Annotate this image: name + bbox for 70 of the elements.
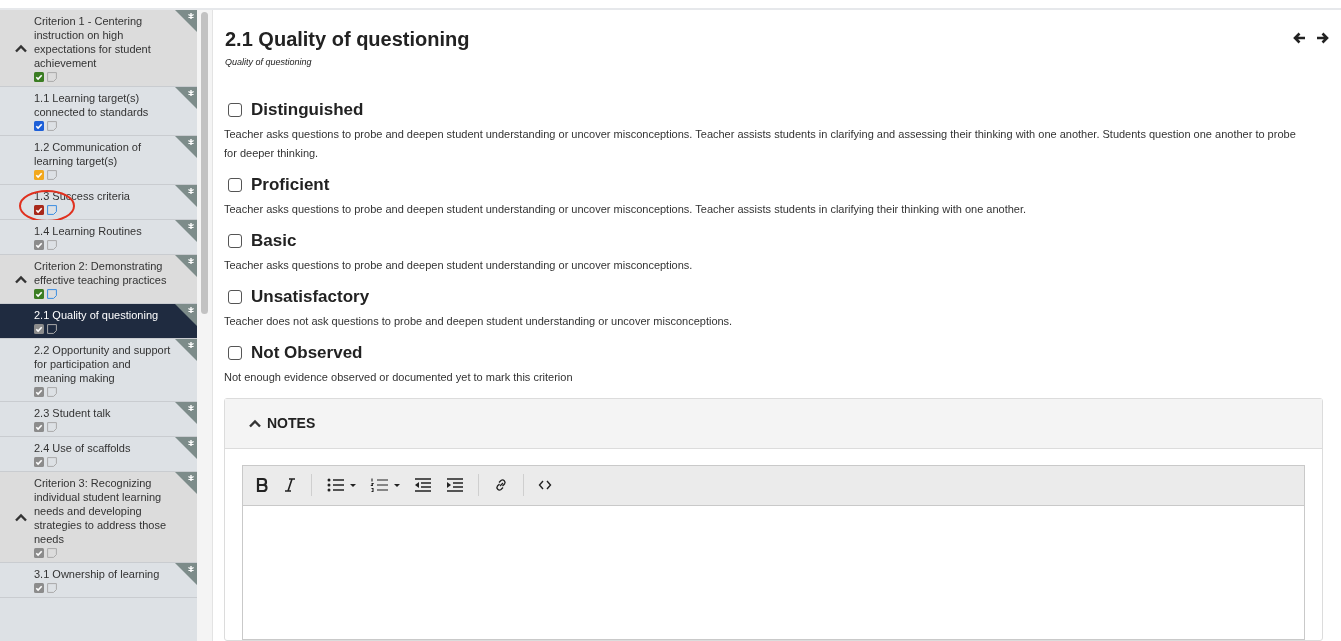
corner-star-icon[interactable] (175, 563, 197, 585)
rating-checkbox[interactable] (228, 177, 242, 192)
sidebar-item[interactable]: 3.1 Ownership of learning (0, 563, 197, 598)
bold-icon[interactable] (255, 477, 269, 493)
numbered-list-icon[interactable] (370, 477, 400, 493)
chevron-up-icon[interactable] (15, 274, 27, 284)
arrow-right-icon[interactable] (1316, 32, 1329, 44)
rating-description: Teacher does not ask questions to probe and deepen student understanding or uncover misconceptions. (224, 313, 734, 329)
rating-label: Not Observed (251, 341, 363, 364)
item-title: Criterion 3: Recognizing individual student learning needs and developing strategies to address those needs (34, 476, 168, 546)
rating-label: Unsatisfactory (251, 285, 370, 308)
bulleted-list-icon[interactable] (326, 477, 356, 493)
indent-icon[interactable] (446, 477, 464, 493)
note-icon[interactable] (47, 289, 57, 299)
rating-checkbox[interactable] (228, 289, 242, 304)
sidebar-item[interactable]: 2.4 Use of scaffolds (0, 437, 197, 472)
sidebar-item[interactable]: Criterion 1 - Centering instruction on high expectations for student achievement (0, 10, 197, 87)
sidebar-item[interactable]: 1.2 Communication of learning target(s) (0, 136, 197, 185)
note-icon[interactable] (47, 324, 57, 334)
sidebar-item[interactable]: 2.3 Student talk (0, 402, 197, 437)
notes-header[interactable]: NOTES (225, 398, 1322, 449)
item-title: 2.1 Quality of questioning (34, 308, 159, 322)
item-title: Criterion 1 - Centering instruction on high expectations for student achievement (34, 14, 152, 70)
rating-label: Distinguished (251, 98, 364, 121)
corner-star-icon[interactable] (175, 10, 197, 32)
rating-label: Basic (251, 229, 297, 252)
item-title: Criterion 2: Demonstrating effective teaching practices (34, 259, 168, 287)
item-title: 3.1 Ownership of learning (34, 567, 160, 581)
item-title: 2.3 Student talk (34, 406, 111, 420)
page-subtitle: Quality of questioning (225, 56, 313, 69)
item-title: 2.4 Use of scaffolds (34, 441, 131, 455)
rating-description: Not enough evidence observed or documented yet to mark this criterion (224, 369, 574, 385)
corner-star-icon[interactable] (175, 87, 197, 109)
corner-star-icon[interactable] (175, 304, 197, 326)
rating-description: Teacher asks questions to probe and deepen student understanding or uncover misconceptions. Teacher assists students in clarifying and assessing their thinking with one another. Students question one another to probe for deeper thinking. (224, 126, 1297, 161)
arrow-left-icon[interactable] (1293, 32, 1306, 44)
item-title: 1.2 Communication of learning target(s) (34, 140, 142, 168)
corner-star-icon[interactable] (175, 402, 197, 424)
sidebar-item[interactable]: Criterion 3: Recognizing individual student learning needs and developing strategies to address those needs (0, 472, 197, 563)
rating-description: Teacher asks questions to probe and deepen student understanding or uncover misconceptions. (224, 257, 694, 273)
item-title: 1.4 Learning Routines (34, 224, 142, 238)
scrollbar-thumb[interactable] (201, 12, 208, 314)
corner-star-icon[interactable] (175, 472, 197, 494)
chevron-up-icon[interactable] (15, 512, 27, 522)
corner-star-icon[interactable] (175, 185, 197, 207)
sidebar-item[interactable]: 1.1 Learning target(s) connected to standards (0, 87, 197, 136)
rating-checkbox[interactable] (228, 102, 242, 117)
item-title: 1.1 Learning target(s) connected to standards (34, 91, 150, 119)
corner-star-icon[interactable] (175, 136, 197, 158)
chevron-up-icon[interactable] (15, 43, 27, 53)
sidebar-item[interactable]: 2.1 Quality of questioning (0, 304, 197, 339)
notes-title: NOTES (267, 413, 316, 433)
rating-label: Proficient (251, 173, 330, 196)
page-title: 2.1 Quality of questioning (225, 27, 470, 52)
link-icon[interactable] (493, 477, 509, 493)
italic-icon[interactable] (283, 477, 297, 493)
chevron-up-icon[interactable] (249, 418, 261, 428)
rating-description: Teacher asks questions to probe and deepen student understanding or uncover misconceptions. Teacher assists students in clarifying their thinking with one another. (224, 201, 1028, 217)
outdent-icon[interactable] (414, 477, 432, 493)
note-icon[interactable] (47, 205, 57, 215)
rating-checkbox[interactable] (228, 233, 242, 248)
sidebar-item[interactable]: 2.2 Opportunity and support for participation and meaning making (0, 339, 197, 402)
item-title: 2.2 Opportunity and support for participation and meaning making (34, 343, 172, 385)
corner-star-icon[interactable] (175, 220, 197, 242)
sidebar-item[interactable]: Criterion 2: Demonstrating effective teaching practices (0, 255, 197, 304)
corner-star-icon[interactable] (175, 437, 197, 459)
sidebar-item[interactable]: 1.4 Learning Routines (0, 220, 197, 255)
corner-star-icon[interactable] (175, 339, 197, 361)
corner-star-icon[interactable] (175, 255, 197, 277)
rating-checkbox[interactable] (228, 345, 242, 360)
